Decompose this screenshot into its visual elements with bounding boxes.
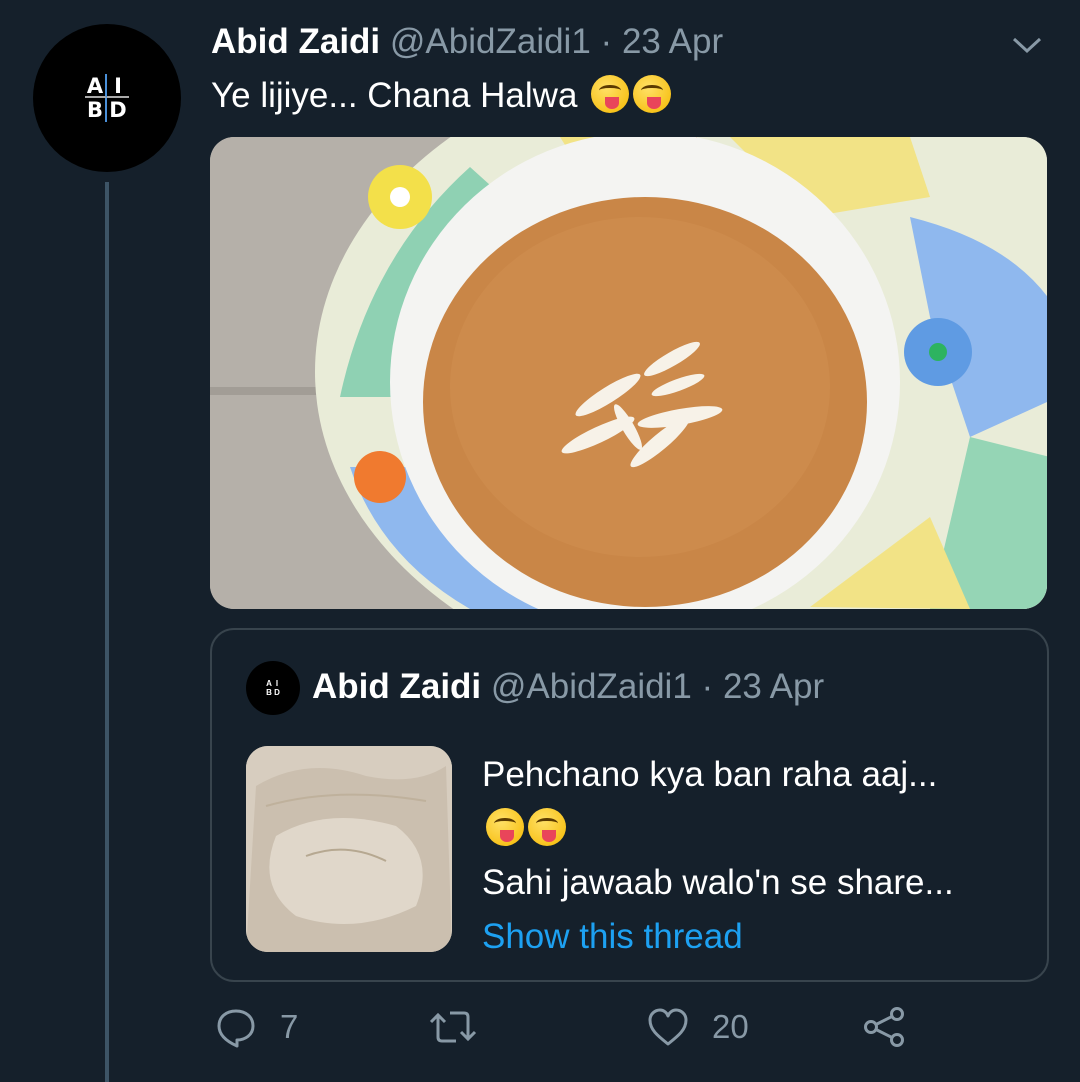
like-icon [648, 1008, 688, 1046]
author-name[interactable]: Abid Zaidi [211, 22, 380, 61]
like-count: 20 [712, 1008, 749, 1045]
avatar-letter: B [266, 688, 272, 697]
like-button[interactable]: 20 [646, 1005, 749, 1049]
tweet-text-content: Ye lijiye... Chana Halwa [211, 76, 578, 115]
reply-count: 7 [280, 1008, 299, 1045]
thread-line [105, 182, 109, 1082]
quoted-author-avatar: A I B D [246, 661, 300, 715]
quoted-text-line: Pehchano kya ban raha aaj... [482, 755, 938, 794]
quoted-emoji-line [482, 802, 954, 856]
avatar-letter: I [107, 74, 129, 98]
share-button[interactable] [862, 1005, 906, 1049]
tweet-date[interactable]: 23 Apr [622, 22, 723, 61]
emoji-yum-icon [633, 75, 672, 113]
avatar-logo: A I B D [85, 74, 129, 122]
quoted-tweet-thumbnail [246, 746, 452, 952]
avatar-letter: A [266, 679, 272, 688]
quoted-author-handle: @AbidZaidi1 [490, 667, 692, 706]
avatar-letter: D [109, 98, 127, 122]
chevron-down-icon[interactable] [1010, 32, 1044, 58]
separator: · [701, 667, 714, 706]
tweet-photo[interactable] [210, 137, 1047, 609]
avatar-letter: A [85, 74, 107, 98]
retweet-icon [429, 1011, 477, 1043]
avatar-logo: A I B D [265, 679, 281, 697]
tweet-header: Abid Zaidi @AbidZaidi1 · 23 Apr [211, 18, 723, 66]
emoji-yum-icon [486, 808, 524, 846]
emoji-yum-icon [591, 75, 630, 113]
retweet-button[interactable] [428, 1005, 500, 1049]
quoted-tweet[interactable]: A I B D Abid Zaidi @AbidZaidi1 · 23 Apr … [210, 628, 1049, 982]
quoted-text-line: Sahi jawaab walo'n se share... [482, 863, 954, 902]
halwa-plate-image [210, 137, 1047, 609]
emoji-yum-icon [528, 808, 566, 846]
avatar-letter: B [85, 98, 107, 122]
quoted-tweet-text: Pehchano kya ban raha aaj... Sahi jawaab… [482, 748, 954, 964]
tweet-text: Ye lijiye... Chana Halwa [211, 72, 672, 120]
reply-button[interactable]: 7 [214, 1005, 298, 1049]
separator: · [600, 22, 613, 61]
avatar-letter: I [275, 679, 279, 688]
author-avatar[interactable]: A I B D [33, 24, 181, 172]
batter-image [246, 746, 452, 952]
quoted-tweet-header: Abid Zaidi @AbidZaidi1 · 23 Apr [312, 663, 824, 711]
tweet-actions: 7 20 [0, 1005, 1080, 1065]
share-icon [864, 1007, 904, 1047]
avatar-letter: D [274, 688, 280, 697]
quoted-tweet-date: 23 Apr [722, 667, 825, 706]
show-thread-link[interactable]: Show this thread [482, 910, 954, 964]
quoted-author-name: Abid Zaidi [312, 667, 482, 706]
reply-icon [217, 1009, 255, 1048]
author-handle[interactable]: @AbidZaidi1 [390, 22, 591, 61]
